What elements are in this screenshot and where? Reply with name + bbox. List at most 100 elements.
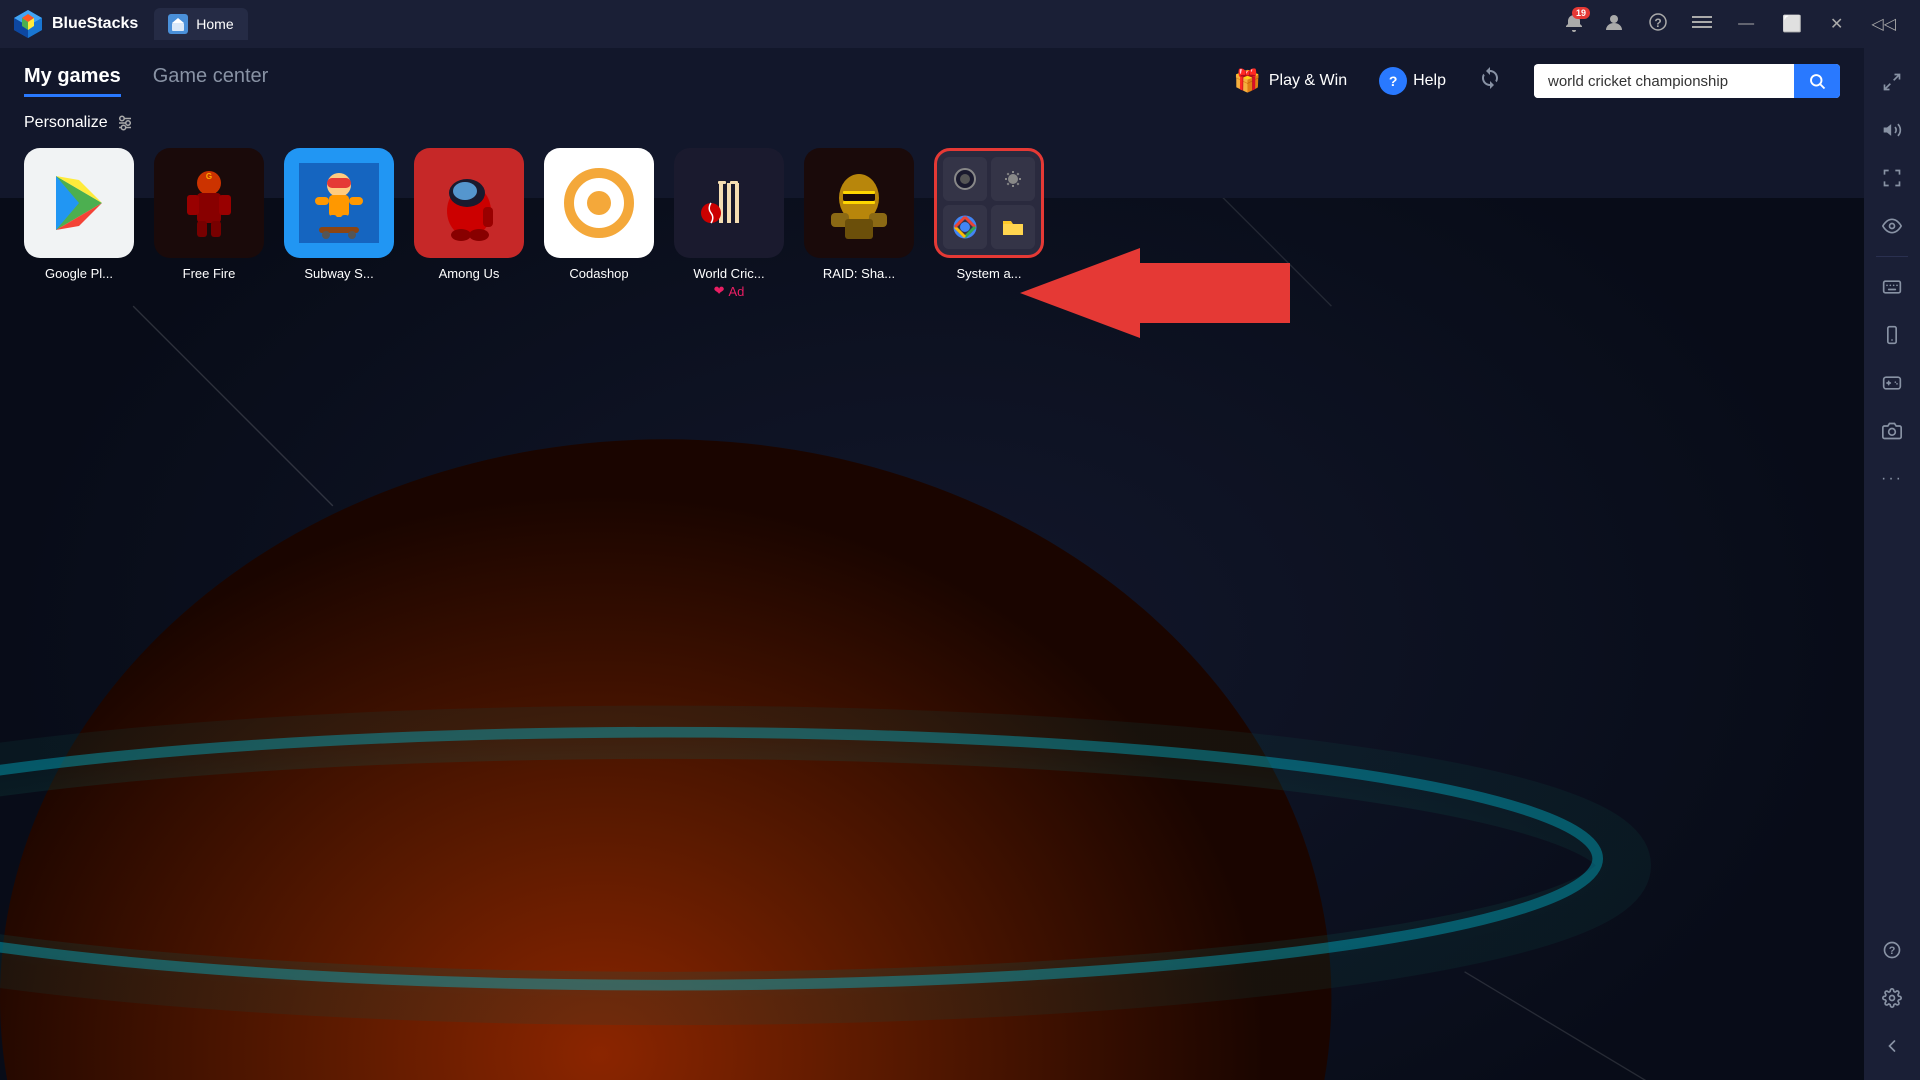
ad-label: Ad bbox=[729, 284, 745, 299]
search-button[interactable] bbox=[1794, 64, 1840, 98]
help-button-nav[interactable]: ? Help bbox=[1379, 67, 1446, 95]
sidebar-back-button[interactable] bbox=[1870, 1024, 1914, 1068]
app-label-raid: RAID: Sha... bbox=[823, 266, 895, 281]
arrow-annotation bbox=[960, 248, 1290, 338]
system-chrome-icon bbox=[943, 205, 987, 249]
bg-decoration bbox=[0, 198, 1864, 1080]
refresh-icon bbox=[1478, 66, 1502, 90]
gift-icon: 🎁 bbox=[1233, 68, 1260, 94]
tab-title: Home bbox=[196, 16, 233, 32]
free-fire-graphic: G bbox=[154, 148, 264, 258]
notification-button[interactable]: 19 bbox=[1558, 7, 1590, 42]
sidebar-fullscreen-button[interactable] bbox=[1870, 156, 1914, 200]
sidebar-eye-button[interactable] bbox=[1870, 204, 1914, 248]
app-icon-codashop bbox=[544, 148, 654, 258]
app-label-google-play: Google Pl... bbox=[45, 266, 113, 281]
tab-icon bbox=[168, 14, 188, 34]
ad-badge-world-cricket: ❤ Ad bbox=[714, 283, 745, 299]
app-label-among-us: Among Us bbox=[439, 266, 500, 281]
phone-icon bbox=[1882, 325, 1902, 345]
keyboard-icon bbox=[1882, 277, 1902, 297]
more-dots-icon: ··· bbox=[1881, 470, 1903, 488]
app-item-raid[interactable]: RAID: Sha... bbox=[804, 148, 914, 301]
sidebar-expand-button[interactable] bbox=[1870, 60, 1914, 104]
logo-area: BlueStacks bbox=[12, 8, 138, 40]
nav-header: My games Game center 🎁 Play & Win ? Help bbox=[0, 48, 1864, 98]
home-tab[interactable]: Home bbox=[154, 8, 247, 40]
maximize-button[interactable]: ⬜ bbox=[1770, 8, 1814, 40]
app-item-codashop[interactable]: Codashop bbox=[544, 148, 654, 301]
gamepad-icon bbox=[1882, 373, 1902, 393]
question-icon: ? bbox=[1882, 940, 1902, 960]
gear-icon bbox=[1882, 988, 1902, 1008]
heart-icon: ❤ bbox=[714, 283, 725, 299]
apps-grid: Google Pl... G bbox=[0, 140, 1864, 309]
app-icon-system bbox=[934, 148, 1044, 258]
close-button[interactable]: ✕ bbox=[1818, 8, 1855, 40]
sidebar-volume-button[interactable] bbox=[1870, 108, 1914, 152]
main-layout: My games Game center 🎁 Play & Win ? Help bbox=[0, 48, 1920, 1080]
sidebar-question-button[interactable]: ? bbox=[1870, 928, 1914, 972]
app-item-subway-surfers[interactable]: Subway S... bbox=[284, 148, 394, 301]
red-arrow bbox=[960, 248, 1290, 338]
right-sidebar: ··· ? bbox=[1864, 48, 1920, 1080]
sidebar-keyboard-button[interactable] bbox=[1870, 265, 1914, 309]
app-icon-google-play bbox=[24, 148, 134, 258]
expand-arrows-icon bbox=[1882, 72, 1902, 92]
sidebar-more-button[interactable]: ··· bbox=[1870, 457, 1914, 501]
sidebar-divider-1 bbox=[1876, 256, 1908, 257]
subway-graphic bbox=[284, 148, 394, 258]
personalize-row: Personalize bbox=[0, 98, 1864, 140]
svg-text:?: ? bbox=[1654, 16, 1661, 30]
svg-text:?: ? bbox=[1889, 945, 1896, 957]
system-camera-icon bbox=[943, 157, 987, 201]
menu-button[interactable] bbox=[1682, 6, 1722, 43]
search-icon bbox=[1808, 72, 1826, 90]
content-area: My games Game center 🎁 Play & Win ? Help bbox=[0, 48, 1864, 1080]
search-input[interactable] bbox=[1534, 65, 1794, 98]
minimize-button[interactable]: — bbox=[1726, 9, 1766, 39]
notification-badge: 19 bbox=[1572, 7, 1590, 19]
app-label-codashop: Codashop bbox=[569, 266, 628, 281]
system-apps-grid bbox=[937, 151, 1041, 255]
app-icon-subway bbox=[284, 148, 394, 258]
app-label-world-cricket: World Cric... bbox=[693, 266, 764, 281]
codashop-graphic bbox=[544, 148, 654, 258]
app-label-free-fire: Free Fire bbox=[183, 266, 236, 281]
help-button[interactable]: ? bbox=[1638, 6, 1678, 43]
bluestacks-logo-icon bbox=[12, 8, 44, 40]
collapse-sidebar-button[interactable]: ◁◁ bbox=[1859, 8, 1908, 40]
play-win-button[interactable]: 🎁 Play & Win bbox=[1233, 68, 1347, 94]
sidebar-gamepad-button[interactable] bbox=[1870, 361, 1914, 405]
sidebar-camera-button[interactable] bbox=[1870, 409, 1914, 453]
sidebar-settings-button[interactable] bbox=[1870, 976, 1914, 1020]
app-icon-raid bbox=[804, 148, 914, 258]
home-icon bbox=[171, 17, 185, 31]
my-games-tab[interactable]: My games bbox=[24, 65, 121, 97]
app-item-free-fire[interactable]: G Free Fire bbox=[154, 148, 264, 301]
sidebar-phone-button[interactable] bbox=[1870, 313, 1914, 357]
title-bar: BlueStacks Home 19 ? bbox=[0, 0, 1920, 48]
raid-graphic bbox=[804, 148, 914, 258]
app-item-world-cricket[interactable]: World Cric... ❤ Ad bbox=[674, 148, 784, 301]
profile-icon bbox=[1604, 12, 1624, 32]
play-win-label: Play & Win bbox=[1269, 72, 1347, 90]
profile-button[interactable] bbox=[1594, 6, 1634, 43]
refresh-button[interactable] bbox=[1478, 66, 1502, 96]
among-us-graphic bbox=[414, 148, 524, 258]
app-item-google-play[interactable]: Google Pl... bbox=[24, 148, 134, 301]
sliders-icon[interactable] bbox=[116, 114, 134, 132]
help-circle-icon: ? bbox=[1379, 67, 1407, 95]
world-cricket-graphic bbox=[674, 148, 784, 258]
game-center-tab[interactable]: Game center bbox=[153, 65, 269, 97]
svg-text:G: G bbox=[206, 172, 212, 181]
app-icon-among-us bbox=[414, 148, 524, 258]
app-icon-world-cricket bbox=[674, 148, 784, 258]
eye-icon bbox=[1882, 216, 1902, 236]
app-label-subway: Subway S... bbox=[304, 266, 373, 281]
back-arrow-icon bbox=[1882, 1036, 1902, 1056]
volume-icon bbox=[1882, 120, 1902, 140]
brand-name: BlueStacks bbox=[52, 15, 138, 33]
app-item-among-us[interactable]: Among Us bbox=[414, 148, 524, 301]
system-gear-icon bbox=[991, 157, 1035, 201]
